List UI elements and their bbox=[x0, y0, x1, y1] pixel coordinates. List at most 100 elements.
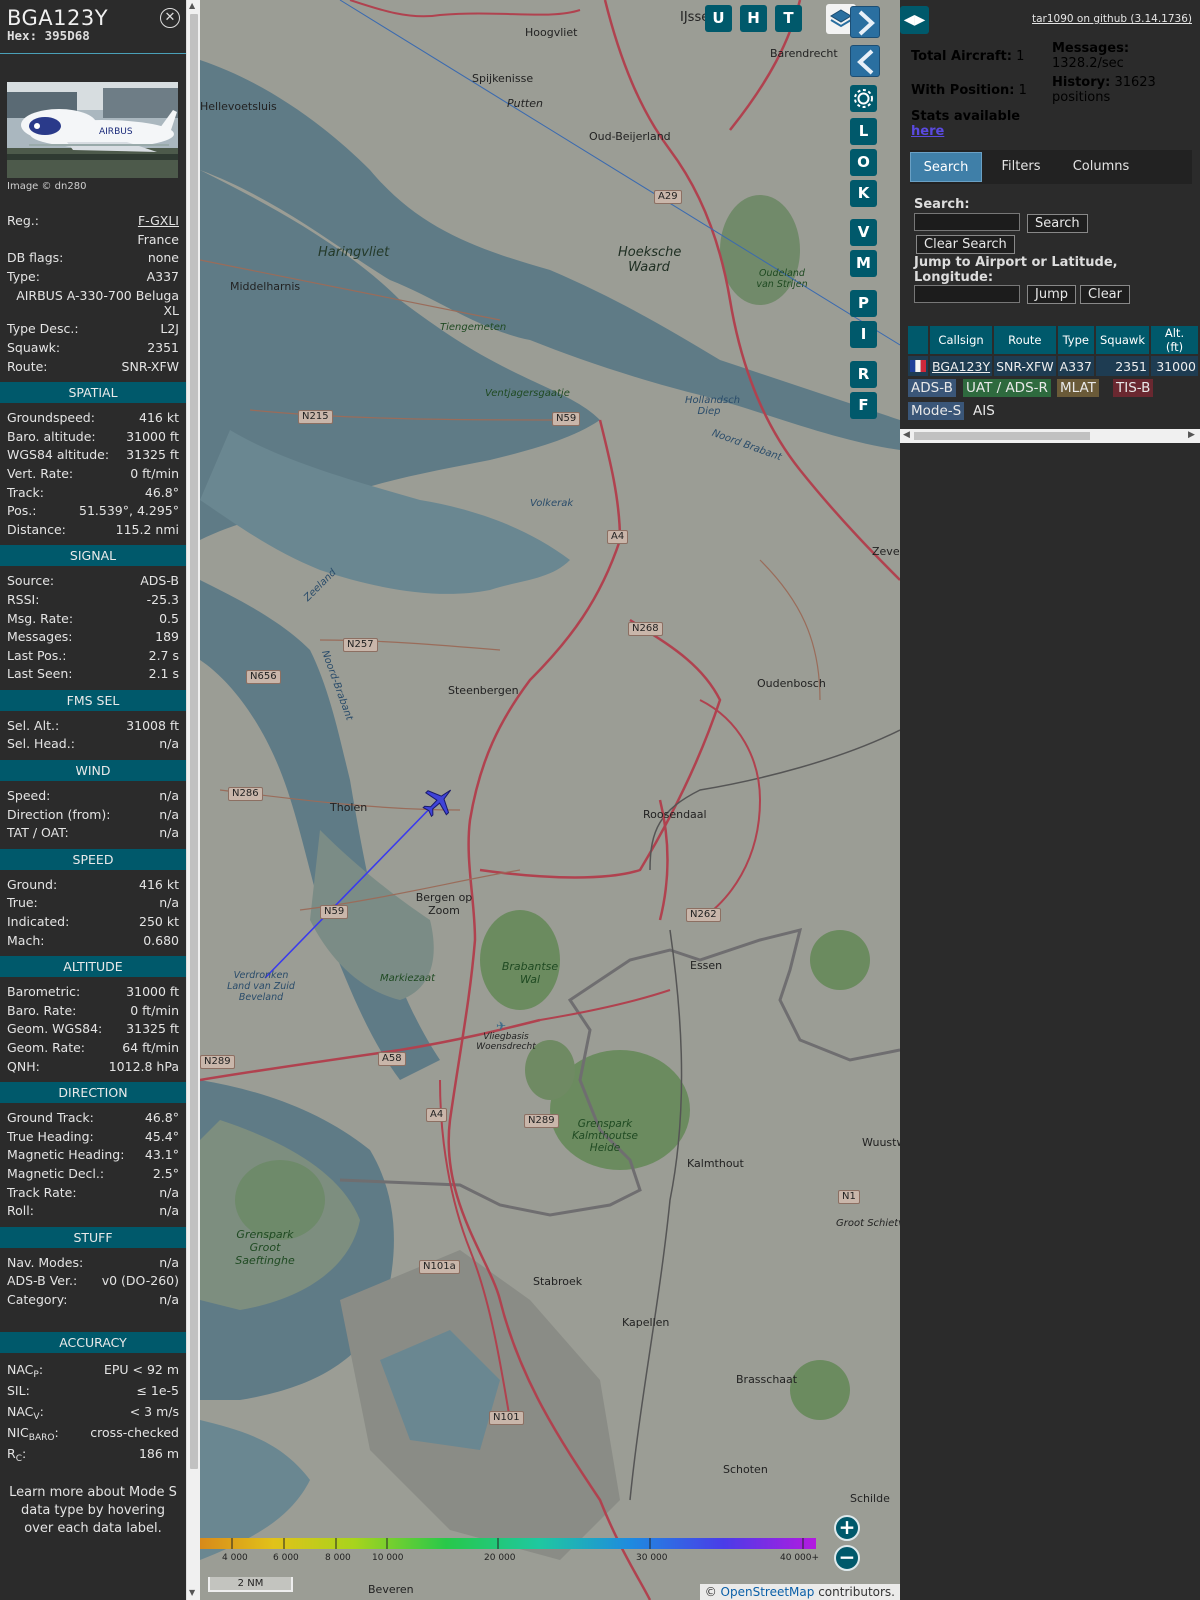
search-button[interactable]: Search bbox=[1027, 214, 1088, 233]
expand-sidebar-icon[interactable]: ◀▶ bbox=[900, 6, 929, 34]
scroll-right-icon[interactable]: ▶ bbox=[1188, 430, 1195, 440]
info-label[interactable]: Sel. Head.: bbox=[7, 735, 75, 754]
map-button-o[interactable]: O bbox=[850, 149, 877, 176]
info-label[interactable]: RSSI: bbox=[7, 591, 39, 610]
info-label[interactable]: NACP: bbox=[7, 1359, 43, 1380]
map-button-f[interactable]: F bbox=[850, 392, 877, 419]
scroll-up-icon[interactable]: ▲ bbox=[189, 1, 195, 10]
tab-columns[interactable]: Columns bbox=[1060, 152, 1142, 182]
column-header[interactable]: Squawk bbox=[1095, 326, 1149, 354]
map-button-m[interactable]: M bbox=[850, 250, 877, 277]
info-label[interactable]: Speed: bbox=[7, 787, 50, 806]
chevron-right-icon[interactable] bbox=[850, 6, 880, 38]
info-label[interactable]: Ground Track: bbox=[7, 1109, 94, 1128]
zoom-out-button[interactable]: − bbox=[834, 1545, 860, 1571]
info-label[interactable]: Track: bbox=[7, 484, 44, 503]
info-label[interactable]: Category: bbox=[7, 1291, 67, 1310]
search-input[interactable] bbox=[914, 213, 1020, 231]
column-header[interactable]: Route bbox=[994, 326, 1056, 354]
info-label[interactable]: Groundspeed: bbox=[7, 409, 95, 428]
info-label[interactable]: Sel. Alt.: bbox=[7, 717, 59, 736]
info-label[interactable]: Indicated: bbox=[7, 913, 69, 932]
info-value: 416 kt bbox=[139, 876, 179, 892]
github-link[interactable]: tar1090 on github (3.14.1736) bbox=[1032, 13, 1192, 25]
map-button-p[interactable]: P bbox=[850, 290, 877, 317]
column-header[interactable]: Callsign bbox=[930, 326, 993, 354]
zoom-in-button[interactable]: + bbox=[834, 1515, 860, 1541]
info-label[interactable]: Baro. Rate: bbox=[7, 1002, 76, 1021]
info-label[interactable]: Mach: bbox=[7, 932, 44, 951]
osm-link[interactable]: OpenStreetMap bbox=[721, 1585, 815, 1599]
info-label[interactable]: Magnetic Decl.: bbox=[7, 1165, 104, 1184]
registration-link[interactable]: F-GXLI bbox=[138, 212, 179, 231]
info-label[interactable]: Track Rate: bbox=[7, 1184, 77, 1203]
map-button-l[interactable]: L bbox=[850, 118, 877, 145]
info-label[interactable]: Msg. Rate: bbox=[7, 610, 73, 629]
info-row-typename: AIRBUS A-330-700 Beluga XL bbox=[7, 286, 179, 320]
info-row: Magnetic Heading: 43.1° bbox=[7, 1146, 179, 1165]
info-label[interactable]: Ground: bbox=[7, 876, 57, 895]
info-label[interactable]: Roll: bbox=[7, 1202, 34, 1221]
info-label[interactable]: RC: bbox=[7, 1443, 26, 1464]
jump-button[interactable]: Jump bbox=[1027, 285, 1076, 304]
info-label[interactable]: ADS-B Ver.: bbox=[7, 1272, 77, 1291]
callsign-cell[interactable]: BGA123Y bbox=[930, 356, 993, 376]
info-label[interactable]: Last Pos.: bbox=[7, 647, 66, 666]
info-label[interactable]: Geom. WGS84: bbox=[7, 1020, 102, 1039]
aircraft-marker[interactable] bbox=[422, 784, 456, 818]
chevron-left-icon[interactable] bbox=[850, 45, 880, 77]
clear-button[interactable]: Clear bbox=[1080, 285, 1130, 304]
info-label[interactable]: True Heading: bbox=[7, 1128, 94, 1147]
info-label[interactable]: QNH: bbox=[7, 1058, 40, 1077]
map-canvas[interactable]: ✈ Hoogvliet Spijkenisse Putten Barendrec… bbox=[200, 0, 900, 1600]
section-header-fms-sel: FMS SEL bbox=[0, 689, 186, 711]
scroll-down-icon[interactable]: ▼ bbox=[189, 1588, 195, 1597]
jump-input[interactable] bbox=[914, 285, 1020, 303]
info-label[interactable]: Vert. Rate: bbox=[7, 465, 73, 484]
info-label[interactable]: Messages: bbox=[7, 628, 73, 647]
map-button-v[interactable]: V bbox=[850, 219, 877, 246]
info-label[interactable]: Geom. Rate: bbox=[7, 1039, 85, 1058]
info-row: Source: ADS-B bbox=[7, 572, 179, 591]
clear-search-button[interactable]: Clear Search bbox=[916, 235, 1015, 254]
info-label[interactable]: Barometric: bbox=[7, 983, 80, 1002]
map-button-h[interactable]: H bbox=[740, 5, 767, 32]
scrollbar-thumb[interactable] bbox=[190, 14, 198, 1469]
info-label[interactable]: Magnetic Heading: bbox=[7, 1146, 124, 1165]
column-header[interactable]: Type bbox=[1057, 326, 1094, 354]
info-value: n/a bbox=[159, 736, 179, 752]
info-label[interactable]: Pos.: bbox=[7, 502, 36, 521]
map-button-r[interactable]: R bbox=[850, 361, 877, 388]
map-button-u[interactable]: U bbox=[705, 5, 732, 32]
info-label[interactable]: Last Seen: bbox=[7, 665, 72, 684]
info-label[interactable]: NACV: bbox=[7, 1401, 44, 1422]
sidebar-horizontal-scrollbar[interactable]: ◀ ▶ bbox=[900, 429, 1200, 443]
stats-link[interactable]: here bbox=[911, 124, 944, 139]
info-row: Groundspeed: 416 kt bbox=[7, 409, 179, 428]
info-label[interactable]: NICBARO: bbox=[7, 1422, 59, 1443]
info-label[interactable]: Source: bbox=[7, 572, 54, 591]
info-label[interactable]: WGS84 altitude: bbox=[7, 446, 109, 465]
column-header[interactable]: Alt. (ft) bbox=[1151, 326, 1198, 354]
scroll-left-icon[interactable]: ◀ bbox=[903, 430, 910, 440]
info-label[interactable]: Baro. altitude: bbox=[7, 428, 96, 447]
info-label[interactable]: True: bbox=[7, 894, 38, 913]
tab-search[interactable]: Search bbox=[910, 152, 982, 182]
info-label[interactable]: Nav. Modes: bbox=[7, 1254, 83, 1273]
road-shield: N101a bbox=[419, 1260, 460, 1274]
close-icon[interactable]: ✕ bbox=[160, 8, 180, 28]
info-label[interactable]: TAT / OAT: bbox=[7, 824, 69, 843]
table-row[interactable]: BGA123Y SNR-XFW A337 2351 31000 bbox=[908, 356, 1198, 376]
info-panel-scrollbar[interactable]: ▲ ▼ bbox=[186, 0, 200, 1600]
gear-icon[interactable] bbox=[850, 85, 877, 112]
map-button-t[interactable]: T bbox=[775, 5, 802, 32]
map-button-i[interactable]: I bbox=[850, 321, 877, 348]
info-label[interactable]: Distance: bbox=[7, 521, 66, 540]
info-label[interactable]: Direction (from): bbox=[7, 806, 111, 825]
info-label[interactable]: SIL: bbox=[7, 1380, 30, 1401]
scrollbar-thumb[interactable] bbox=[914, 432, 1090, 440]
aircraft-photo[interactable]: AIRBUS bbox=[7, 82, 178, 178]
tab-filters[interactable]: Filters bbox=[986, 152, 1056, 182]
map-button-k[interactable]: K bbox=[850, 180, 877, 207]
aircraft-info-panel: BGA123Y Hex: 395D68 ✕ AIRBUS Image © dn2… bbox=[0, 0, 186, 1600]
